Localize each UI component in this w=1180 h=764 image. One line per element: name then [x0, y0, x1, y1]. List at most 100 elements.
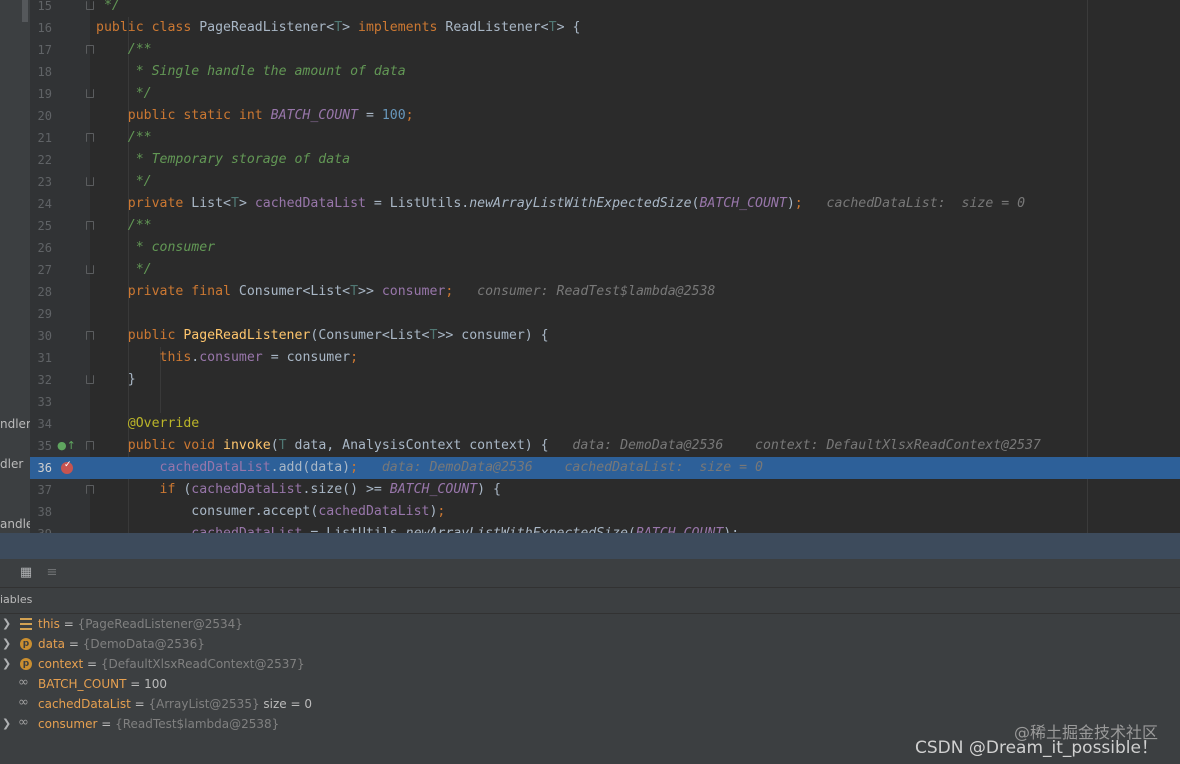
- variable-row[interactable]: ❯pcontext = {DefaultXlsxReadContext@2537…: [0, 654, 1180, 674]
- variable-row[interactable]: ∞BATCH_COUNT = 100: [0, 674, 1180, 694]
- panel-splitter[interactable]: [0, 533, 1180, 559]
- variable-row[interactable]: ❯∞consumer = {ReadTest$lambda@2538}: [0, 714, 1180, 734]
- line-number[interactable]: 37: [30, 479, 52, 501]
- line-number[interactable]: 20: [30, 105, 52, 127]
- line-number[interactable]: 27: [30, 259, 52, 281]
- code-line[interactable]: 24 private List<T> cachedDataList = List…: [30, 193, 1180, 215]
- fold-marker-icon[interactable]: [86, 375, 94, 384]
- code-line[interactable]: 26 * consumer: [30, 237, 1180, 259]
- line-number[interactable]: 35: [30, 435, 52, 457]
- fold-marker-icon[interactable]: [86, 265, 94, 274]
- code-text[interactable]: /**: [96, 127, 152, 149]
- code-line[interactable]: 38 consumer.accept(cachedDataList);: [30, 501, 1180, 523]
- code-text[interactable]: */: [96, 83, 152, 105]
- line-number[interactable]: 24: [30, 193, 52, 215]
- variable-row[interactable]: ∞cachedDataList = {ArrayList@2535} size …: [0, 694, 1180, 714]
- code-line[interactable]: 20 public static int BATCH_COUNT = 100;: [30, 105, 1180, 127]
- fold-marker-icon[interactable]: [86, 1, 94, 10]
- code-text[interactable]: cachedDataList = ListUtils.newArrayListW…: [96, 523, 739, 533]
- line-number[interactable]: 21: [30, 127, 52, 149]
- chevron-right-icon[interactable]: ❯: [2, 654, 11, 674]
- code-line[interactable]: 36 cachedDataList.add(data); data: DemoD…: [30, 457, 1180, 479]
- chevron-right-icon[interactable]: ❯: [2, 614, 11, 634]
- implements-marker-icon[interactable]: ●↑: [57, 435, 76, 457]
- code-line[interactable]: 37 if (cachedDataList.size() >= BATCH_CO…: [30, 479, 1180, 501]
- code-text[interactable]: /**: [96, 215, 152, 237]
- line-number[interactable]: 23: [30, 171, 52, 193]
- code-text[interactable]: */: [96, 0, 120, 17]
- code-text[interactable]: * consumer: [96, 237, 215, 259]
- code-text[interactable]: public PageReadListener(Consumer<List<T>…: [96, 325, 549, 347]
- code-line[interactable]: 28 private final Consumer<List<T>> consu…: [30, 281, 1180, 303]
- side-label-3[interactable]: andle: [0, 517, 33, 531]
- line-number[interactable]: 32: [30, 369, 52, 391]
- line-number[interactable]: 18: [30, 61, 52, 83]
- code-line[interactable]: 31 this.consumer = consumer;: [30, 347, 1180, 369]
- table-icon[interactable]: ▦: [17, 564, 35, 582]
- line-number[interactable]: 34: [30, 413, 52, 435]
- breakpoint-icon[interactable]: ✓: [61, 462, 73, 474]
- code-editor[interactable]: 15 */16public class PageReadListener<T> …: [30, 0, 1180, 533]
- code-line[interactable]: 21 /**: [30, 127, 1180, 149]
- code-line[interactable]: 29: [30, 303, 1180, 325]
- code-line[interactable]: 34 @Override: [30, 413, 1180, 435]
- fold-marker-icon[interactable]: [86, 485, 94, 494]
- code-line[interactable]: 30 public PageReadListener(Consumer<List…: [30, 325, 1180, 347]
- code-text[interactable]: public void invoke(T data, AnalysisConte…: [96, 435, 1041, 457]
- side-label-2[interactable]: dler: [0, 457, 23, 471]
- line-number[interactable]: 17: [30, 39, 52, 61]
- side-label-1[interactable]: ndler: [0, 417, 31, 431]
- fold-marker-icon[interactable]: [86, 441, 94, 450]
- code-line[interactable]: 39 cachedDataList = ListUtils.newArrayLi…: [30, 523, 1180, 533]
- code-text[interactable]: cachedDataList.add(data); data: DemoData…: [96, 457, 763, 479]
- code-text[interactable]: private final Consumer<List<T>> consumer…: [96, 281, 715, 303]
- line-number[interactable]: 38: [30, 501, 52, 523]
- code-text[interactable]: public static int BATCH_COUNT = 100;: [96, 105, 414, 127]
- code-text[interactable]: }: [96, 369, 136, 391]
- code-line[interactable]: 25 /**: [30, 215, 1180, 237]
- line-number[interactable]: 25: [30, 215, 52, 237]
- code-line[interactable]: 16 public class PageReadListener<T> imple…: [30, 17, 1180, 39]
- chevron-right-icon[interactable]: ❯: [2, 634, 11, 654]
- fold-marker-icon[interactable]: [86, 45, 94, 54]
- code-text[interactable]: if (cachedDataList.size() >= BATCH_COUNT…: [96, 479, 501, 501]
- code-text[interactable]: /**: [96, 39, 152, 61]
- line-number[interactable]: 15: [30, 0, 52, 17]
- code-text[interactable]: @Override: [96, 413, 199, 435]
- line-number[interactable]: 22: [30, 149, 52, 171]
- code-line[interactable]: 17 /**: [30, 39, 1180, 61]
- code-text[interactable]: private List<T> cachedDataList = ListUti…: [96, 193, 1025, 215]
- code-line[interactable]: 22 * Temporary storage of data: [30, 149, 1180, 171]
- code-line[interactable]: 18 * Single handle the amount of data: [30, 61, 1180, 83]
- line-number[interactable]: 19: [30, 83, 52, 105]
- code-text[interactable]: consumer.accept(cachedDataList);: [96, 501, 445, 523]
- line-number[interactable]: 39: [30, 523, 52, 533]
- line-number[interactable]: 28: [30, 281, 52, 303]
- code-text[interactable]: */: [96, 171, 152, 193]
- fold-marker-icon[interactable]: [86, 177, 94, 186]
- code-line[interactable]: 35 public void invoke(T data, AnalysisCo…: [30, 435, 1180, 457]
- code-line[interactable]: 23 */: [30, 171, 1180, 193]
- line-number[interactable]: 30: [30, 325, 52, 347]
- variable-row[interactable]: ❯pdata = {DemoData@2536}: [0, 634, 1180, 654]
- code-text[interactable]: * Temporary storage of data: [96, 149, 350, 171]
- fold-marker-icon[interactable]: [86, 133, 94, 142]
- line-number[interactable]: 16: [30, 17, 52, 39]
- code-text[interactable]: this.consumer = consumer;: [96, 347, 358, 369]
- line-number[interactable]: 26: [30, 237, 52, 259]
- code-text[interactable]: public class PageReadListener<T> impleme…: [96, 17, 580, 39]
- code-text[interactable]: */: [96, 259, 152, 281]
- chevron-right-icon[interactable]: ❯: [2, 714, 11, 734]
- code-line[interactable]: 19 */: [30, 83, 1180, 105]
- variable-row[interactable]: ❯this = {PageReadListener@2534}: [0, 614, 1180, 634]
- line-number[interactable]: 31: [30, 347, 52, 369]
- line-number[interactable]: 29: [30, 303, 52, 325]
- line-number[interactable]: 36: [30, 457, 52, 479]
- code-line[interactable]: 15 */: [30, 0, 1180, 17]
- code-text[interactable]: * Single handle the amount of data: [96, 61, 406, 83]
- code-line[interactable]: 32 }: [30, 369, 1180, 391]
- code-line[interactable]: 33: [30, 391, 1180, 413]
- line-number[interactable]: 33: [30, 391, 52, 413]
- code-line[interactable]: 27 */: [30, 259, 1180, 281]
- scroll-handle[interactable]: [22, 0, 28, 22]
